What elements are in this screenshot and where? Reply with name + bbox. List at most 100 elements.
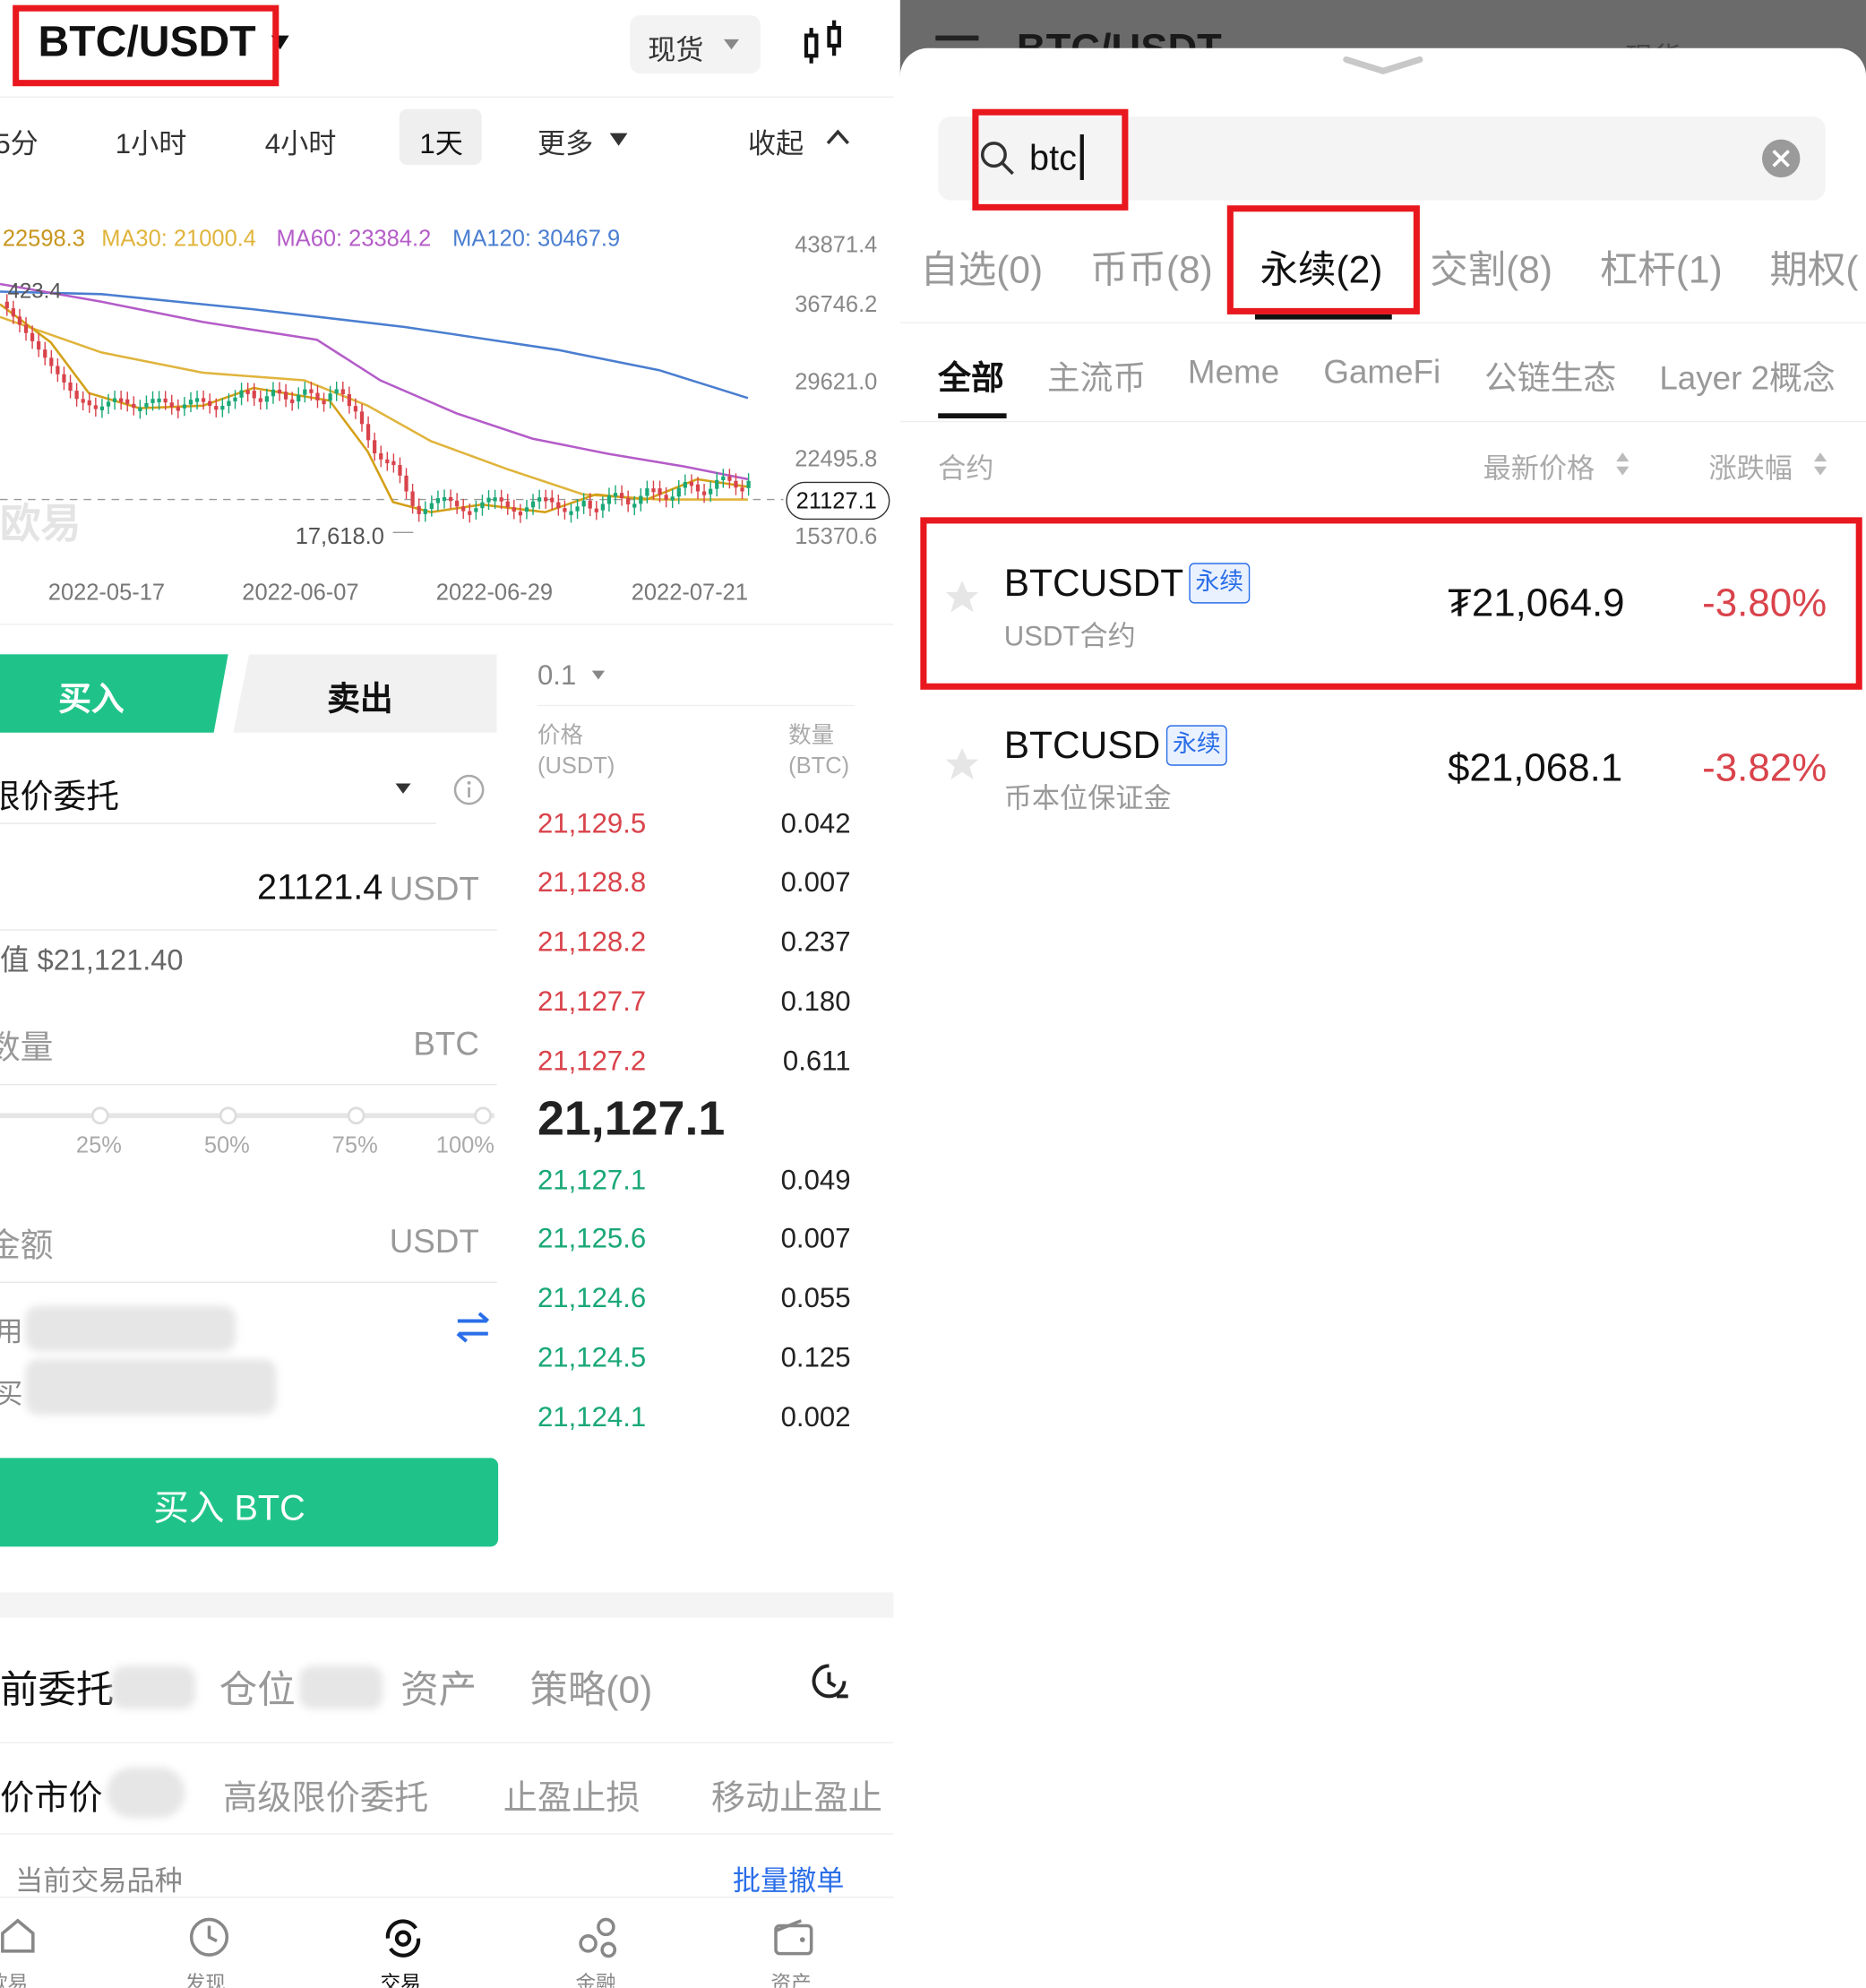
collapse-chart[interactable]: 收起	[748, 122, 804, 162]
candle-body	[429, 503, 434, 510]
precision-select[interactable]: 0.1	[537, 659, 576, 693]
tab-spot[interactable]: 币币(8)	[1090, 238, 1213, 294]
available-label: 用	[0, 1310, 22, 1350]
candle-body	[81, 399, 85, 403]
tab-favorites[interactable]: 自选(0)	[920, 238, 1043, 294]
star-icon[interactable]	[943, 578, 981, 615]
candle-body	[11, 308, 15, 317]
list-item[interactable]: BTCUSD 永续 币本位保证金 $21,068.1 -3.82%	[900, 693, 1866, 845]
candle-body	[379, 452, 383, 460]
candle-body	[201, 398, 206, 402]
star-icon[interactable]	[943, 745, 981, 783]
sheet-handle-icon[interactable]	[1341, 53, 1424, 75]
ob-price-header: 价格	[537, 722, 583, 748]
list-item[interactable]: BTCUSDT 永续 USDT合约 ₮21,064.9 -3.80%	[900, 528, 1866, 683]
candle-body	[575, 506, 580, 512]
buy-btc-button[interactable]: 买入 BTC	[0, 1458, 499, 1547]
search-input[interactable]: btc	[938, 116, 1826, 201]
slider-stop-50[interactable]	[219, 1106, 237, 1125]
interval-more[interactable]: 更多	[537, 122, 593, 162]
candle-body	[125, 399, 130, 404]
clear-search-icon[interactable]	[1761, 139, 1801, 178]
candle-body	[461, 506, 466, 512]
batch-cancel-link[interactable]: 批量撤单	[733, 1859, 845, 1899]
filter-advanced-limit[interactable]: 高级限价委托	[223, 1769, 428, 1819]
amount-slider[interactable]	[0, 1113, 494, 1119]
tab-futures[interactable]: 交割(8)	[1430, 238, 1552, 294]
price-input[interactable]: 21121.4 USDT	[0, 844, 497, 931]
tab-options[interactable]: 期权(	[1769, 238, 1858, 294]
candle-body	[176, 407, 180, 411]
transfer-icon[interactable]	[454, 1311, 492, 1344]
candle-body	[658, 488, 662, 495]
current-pair-checkbox[interactable]: 当前交易品种	[15, 1859, 183, 1899]
chevron-down-icon	[724, 39, 739, 50]
price-change: -3.82%	[1702, 745, 1827, 790]
interval-5m[interactable]: 5分	[0, 122, 39, 162]
nav-discover[interactable]: 发现	[177, 1915, 254, 1988]
pair-dropdown-icon[interactable]	[271, 35, 289, 50]
subtab-layer2[interactable]: Layer 2概念	[1659, 352, 1835, 399]
tab-strategies[interactable]: 策略(0)	[530, 1658, 653, 1714]
sell-tab[interactable]: 卖出	[233, 654, 497, 733]
ask-price: 21,127.2	[537, 1045, 647, 1077]
text-cursor	[1079, 133, 1084, 180]
candle-body	[157, 398, 161, 403]
tab-perpetual[interactable]: 永续(2)	[1260, 238, 1383, 294]
filter-trailing-stop[interactable]: 移动止盈止	[711, 1769, 882, 1819]
filter-tp-sl[interactable]: 止盈止损	[503, 1769, 641, 1819]
total-input[interactable]: 金额 USDT	[0, 1197, 497, 1284]
subtab-gamefi[interactable]: GameFi	[1323, 352, 1440, 392]
filter-limit-market[interactable]: 价市价	[0, 1769, 103, 1819]
nav-trade[interactable]: 交易	[373, 1915, 449, 1988]
order-type-select[interactable]: 限价委托	[0, 755, 436, 824]
candle-body	[398, 465, 402, 476]
total-unit: USDT	[389, 1222, 479, 1261]
tab-open-orders[interactable]: 前委托	[0, 1658, 114, 1714]
sort-icon[interactable]	[1615, 452, 1630, 477]
amount-input[interactable]: 数量 BTC	[0, 999, 497, 1086]
bid-qty: 0.002	[780, 1400, 851, 1433]
candlestick-chart[interactable]	[0, 216, 894, 622]
tab-margin[interactable]: 杠杆(1)	[1600, 238, 1723, 294]
candle-body	[328, 393, 332, 401]
history-icon[interactable]	[806, 1658, 852, 1704]
menu-icon	[935, 35, 979, 41]
slider-stop-75[interactable]	[347, 1106, 365, 1125]
candle-body	[410, 491, 415, 506]
slider-stop-100[interactable]	[474, 1106, 493, 1125]
tab-positions[interactable]: 仓位	[219, 1658, 296, 1714]
info-icon[interactable]	[452, 773, 486, 806]
buy-tab[interactable]: 买入	[0, 654, 228, 733]
nav-finance[interactable]: 金融	[568, 1915, 644, 1988]
col-change[interactable]: 涨跌幅	[1709, 446, 1793, 486]
candlestick-icon[interactable]	[799, 18, 850, 69]
candle-body	[594, 508, 598, 512]
nav-home[interactable]: 欧易	[0, 1915, 64, 1988]
ob-last-price[interactable]: 21,127.1	[537, 1093, 725, 1148]
candle-body	[689, 481, 694, 486]
pair-title[interactable]: BTC/USDT	[38, 18, 255, 67]
nav-assets[interactable]: 资产	[763, 1915, 839, 1988]
interval-4h[interactable]: 4小时	[265, 122, 337, 162]
subtab-meme[interactable]: Meme	[1188, 352, 1279, 392]
sort-icon[interactable]	[1813, 452, 1828, 477]
total-placeholder: 金额	[0, 1226, 54, 1264]
candle-body	[87, 400, 91, 406]
interval-1d[interactable]: 1天	[399, 108, 482, 165]
candle-body	[518, 512, 523, 516]
slider-stop-25[interactable]	[90, 1106, 109, 1125]
interval-1h[interactable]: 1小时	[116, 122, 187, 162]
candle-body	[727, 476, 732, 481]
market-type-select[interactable]: 现货	[630, 14, 761, 74]
candle-body	[208, 400, 212, 407]
tab-assets[interactable]: 资产	[400, 1658, 477, 1714]
chevron-up-icon[interactable]	[824, 127, 852, 148]
subtab-mainstream[interactable]: 主流币	[1047, 352, 1146, 399]
subtab-public-chain[interactable]: 公链生态	[1484, 352, 1616, 399]
subtab-all[interactable]: 全部	[938, 352, 1004, 399]
candle-body	[417, 505, 421, 514]
col-latest-price[interactable]: 最新价格	[1483, 446, 1595, 486]
ma30-line	[0, 315, 748, 501]
candle-body	[493, 497, 497, 502]
